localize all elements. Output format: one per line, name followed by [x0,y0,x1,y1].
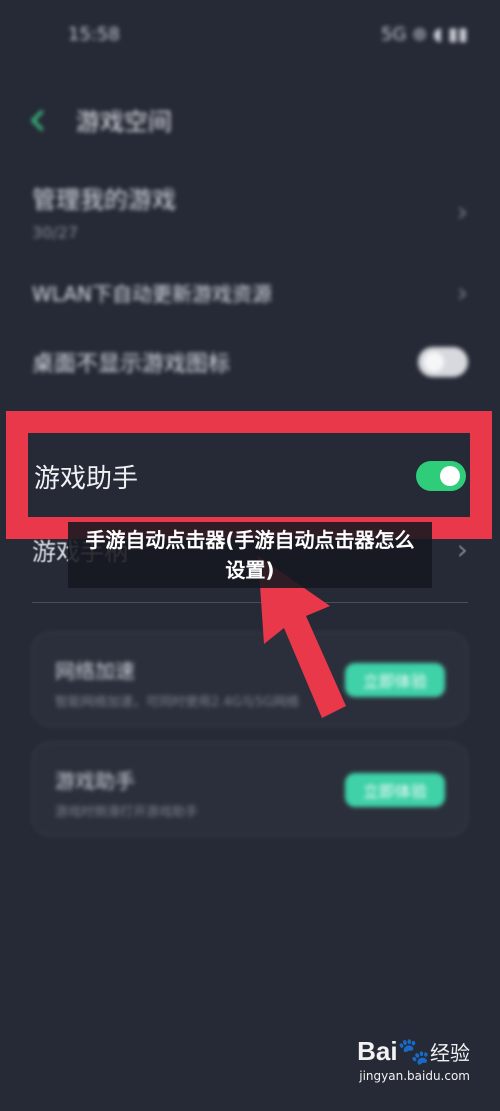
manage-games-label: 管理我的游戏 [32,186,176,214]
card-title: 游戏助手 [55,769,135,793]
manage-games-count: 30/27 [32,223,79,242]
status-bar: 15:58 5G ⊛ ◖ ▮▮ [0,16,500,52]
hide-desktop-icon-toggle[interactable] [418,347,468,377]
settings-row-manage-games[interactable]: 管理我的游戏 30/27 › [32,180,468,242]
back-arrow-icon[interactable] [28,108,50,130]
try-now-button[interactable]: 立即体验 [345,663,445,697]
game-assistant-toggle[interactable] [416,461,466,491]
chevron-right-icon: › [456,276,468,309]
try-now-button[interactable]: 立即体验 [345,773,445,807]
game-assistant-label: 游戏助手 [34,463,139,494]
settings-row-game-assistant: 游戏助手 [28,436,472,516]
chevron-right-icon: › [456,194,468,228]
status-indicators: 5G ⊛ ◖ ▮▮ [381,23,468,45]
jingyan-text: 经验 [430,1043,470,1065]
watermark-url: jingyan.baidu.com [359,1069,470,1083]
status-time: 15:58 [68,23,120,45]
wlan-update-label: WLAN下自动更新游戏资源 [32,282,273,306]
baidu-logo-text: Bai [357,1036,398,1066]
baidu-logo: Bai🐾经验 [357,1036,470,1067]
paw-icon: 🐾 [397,1036,430,1066]
article-caption: 手游自动点击器(手游自动点击器怎么设置) [68,522,432,588]
hide-desktop-icon-label: 桌面不显示游戏图标 [32,352,231,377]
chevron-right-icon: › [456,533,468,566]
card-description: 游戏时侧滑打开游戏助手 [55,805,199,820]
page-title: 游戏空间 [76,107,172,136]
game-assistant-card: 游戏助手 游戏时侧滑打开游戏助手 立即体验 [32,742,468,836]
card-title: 网络加速 [55,659,135,683]
baidu-jingyan-watermark: Bai🐾经验 jingyan.baidu.com [357,1036,470,1083]
page-header: 游戏空间 [28,96,172,142]
settings-row-wlan-update[interactable]: WLAN下自动更新游戏资源 › [32,276,468,309]
settings-row-hide-desktop-icon: 桌面不显示游戏图标 [32,346,468,378]
